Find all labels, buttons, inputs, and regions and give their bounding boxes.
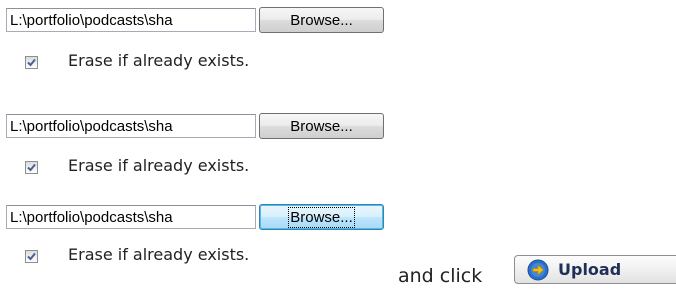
browse-button-label: Browse... bbox=[288, 206, 355, 228]
erase-checkbox-3[interactable] bbox=[25, 250, 38, 263]
upload-button[interactable]: Upload bbox=[514, 255, 676, 284]
erase-checkbox-2[interactable] bbox=[25, 161, 38, 174]
browse-button-1[interactable]: Browse... bbox=[259, 7, 384, 33]
instruction-text: and click bbox=[398, 265, 483, 287]
upload-arrow-icon bbox=[527, 259, 549, 280]
browse-button-label: Browse... bbox=[290, 117, 353, 135]
checkmark-icon bbox=[27, 163, 36, 172]
upload-button-label: Upload bbox=[558, 260, 622, 279]
browse-button-label: Browse... bbox=[290, 11, 353, 29]
erase-checkbox-label: Erase if already exists. bbox=[68, 245, 250, 264]
file-path-input-1[interactable] bbox=[6, 8, 256, 32]
checkmark-icon bbox=[27, 58, 36, 67]
erase-checkbox-label: Erase if already exists. bbox=[68, 156, 250, 175]
browse-button-2[interactable]: Browse... bbox=[259, 113, 384, 139]
erase-checkbox-label: Erase if already exists. bbox=[68, 51, 250, 70]
file-path-input-3[interactable] bbox=[6, 205, 256, 229]
browse-button-3[interactable]: Browse... bbox=[259, 204, 384, 230]
erase-checkbox-1[interactable] bbox=[25, 56, 38, 69]
file-path-input-2[interactable] bbox=[6, 114, 256, 138]
checkmark-icon bbox=[27, 252, 36, 261]
